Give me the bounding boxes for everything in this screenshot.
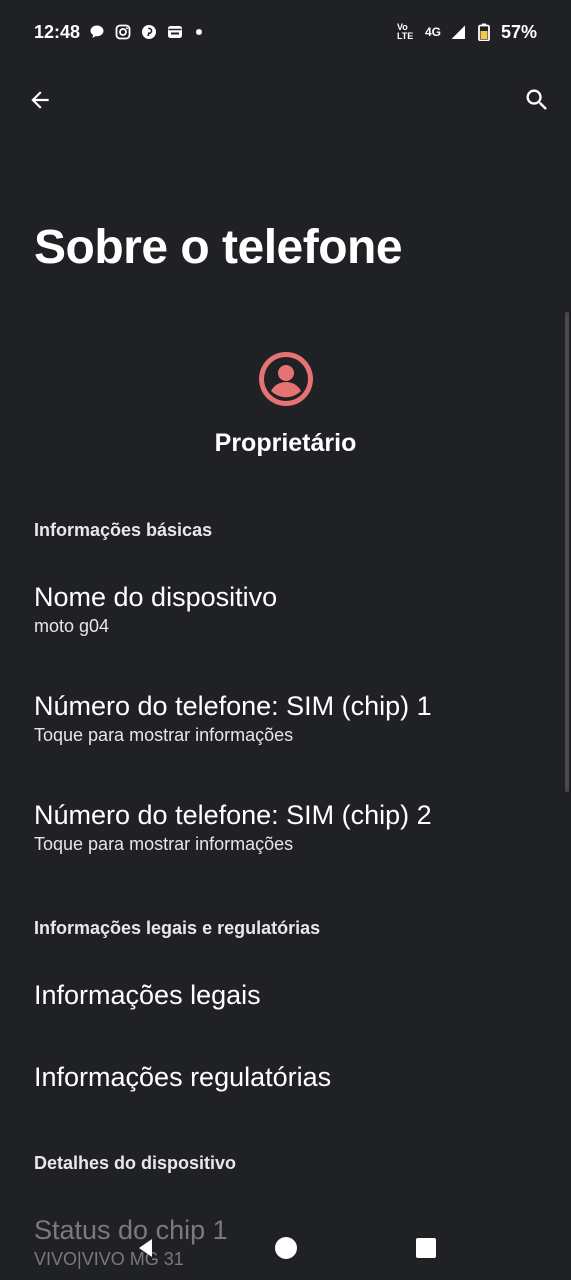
back-button[interactable] (22, 84, 58, 120)
phone-number-sim1-title: Número do telefone: SIM (chip) 1 (34, 691, 432, 721)
dot-icon (196, 29, 203, 35)
phone-number-sim2-title: Número do telefone: SIM (chip) 2 (34, 800, 432, 830)
account-circle-icon (257, 350, 315, 408)
scrollbar[interactable] (565, 312, 569, 792)
regulatory-info-item[interactable]: Informações regulatórias (34, 1060, 544, 1094)
phone-number-sim1-summary: Toque para mostrar informações (34, 725, 294, 745)
app-bar (0, 78, 571, 126)
pinterest-icon (140, 23, 158, 41)
chat-bubble-icon (88, 23, 106, 41)
search-icon (523, 86, 551, 119)
mail-icon (166, 23, 184, 41)
nav-home-button[interactable] (271, 1235, 301, 1265)
phone-number-sim2-summary: Toque para mostrar informações (34, 834, 294, 854)
owner-profile[interactable]: Proprietário (0, 350, 571, 458)
nav-recents-button[interactable] (411, 1235, 441, 1265)
battery-icon (475, 23, 493, 41)
square-recents-icon (415, 1237, 437, 1264)
status-bar-left: 12:48 (34, 21, 203, 43)
status-bar-right: Vo LTE 4G 57% (397, 22, 537, 43)
signal-icon (449, 23, 467, 41)
legal-info-title: Informações legais (34, 980, 261, 1010)
phone-number-sim1-item[interactable]: Número do telefone: SIM (chip) 1 Toque p… (34, 689, 544, 746)
phone-number-sim2-item[interactable]: Número do telefone: SIM (chip) 2 Toque p… (34, 798, 544, 855)
owner-name: Proprietário (214, 429, 357, 457)
clock: 12:48 (34, 21, 81, 42)
battery-percent: 57% (500, 21, 537, 42)
network-type: 4G (424, 24, 441, 39)
volte-label: Vo LTE (396, 22, 414, 41)
device-name-title: Nome do dispositivo (34, 582, 278, 612)
arrow-left-icon (27, 87, 53, 118)
circle-home-icon (274, 1236, 298, 1265)
instagram-icon (114, 23, 132, 41)
status-bar: 12:48 Vo LTE 4G 57% (0, 0, 571, 64)
navigation-bar (0, 1220, 571, 1280)
regulatory-info-title: Informações regulatórias (34, 1062, 332, 1092)
page-title: Sobre o telefone (34, 221, 403, 274)
search-button[interactable] (519, 84, 555, 120)
section-header-basic-info: Informações básicas (34, 520, 213, 540)
nav-back-button[interactable] (131, 1235, 161, 1265)
section-header-device-details: Detalhes do dispositivo (34, 1153, 237, 1173)
device-name-summary: moto g04 (34, 616, 110, 636)
section-header-legal: Informações legais e regulatórias (34, 918, 321, 938)
device-name-item[interactable]: Nome do dispositivo moto g04 (34, 580, 544, 637)
legal-info-item[interactable]: Informações legais (34, 978, 544, 1012)
triangle-back-icon (134, 1236, 158, 1265)
